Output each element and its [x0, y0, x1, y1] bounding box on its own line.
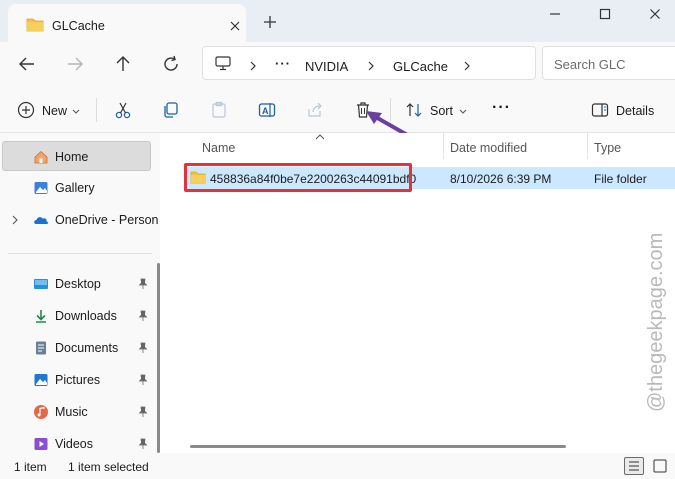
- toolbar-divider: [96, 98, 97, 122]
- chevron-right-icon[interactable]: [247, 60, 259, 72]
- list-view-icon: [629, 461, 639, 471]
- this-pc-icon[interactable]: [215, 56, 231, 71]
- search-placeholder: Search GLC: [554, 57, 626, 72]
- sidebar-item-label: Videos: [55, 437, 93, 451]
- up-icon[interactable]: [111, 52, 135, 76]
- refresh-icon[interactable]: [159, 52, 183, 76]
- sidebar-item-label: Downloads: [55, 309, 117, 323]
- onedrive-icon: [34, 217, 49, 224]
- sidebar-item-label: Desktop: [55, 277, 101, 291]
- pin-icon: [138, 278, 148, 289]
- chevron-down-icon[interactable]: [459, 109, 467, 114]
- cut-icon[interactable]: [113, 100, 133, 120]
- sort-ascending-icon: [315, 134, 325, 140]
- pin-icon: [138, 310, 148, 321]
- new-icon[interactable]: [16, 100, 36, 120]
- sidebar-item-documents[interactable]: Documents: [0, 333, 152, 363]
- sidebar-item-label: Documents: [55, 341, 119, 355]
- column-divider[interactable]: [443, 133, 444, 159]
- paste-icon[interactable]: [209, 100, 229, 120]
- copy-icon[interactable]: [161, 100, 181, 120]
- sidebar-item-label: Music: [55, 405, 88, 419]
- search-box[interactable]: Search GLC: [542, 46, 675, 80]
- highlight-annotation: [184, 163, 412, 192]
- rename-icon[interactable]: A: [257, 100, 277, 120]
- sidebar-item-label: Gallery: [55, 181, 95, 195]
- home-icon: [34, 150, 48, 164]
- videos-icon: [34, 438, 48, 450]
- minimize-icon[interactable]: [543, 4, 567, 24]
- watermark: @thegeekpage.com: [645, 232, 667, 412]
- share-icon[interactable]: [305, 100, 325, 120]
- documents-icon: [36, 341, 46, 355]
- title-bar: GLCache: [0, 0, 675, 42]
- close-window-icon[interactable]: [643, 4, 667, 24]
- tab-title: GLCache: [52, 19, 105, 33]
- breadcrumb-glcache[interactable]: GLCache: [393, 59, 448, 74]
- pictures-icon: [34, 374, 48, 386]
- horizontal-scrollbar[interactable]: [190, 445, 566, 448]
- sidebar-item-home[interactable]: Home: [2, 141, 151, 171]
- column-header-name[interactable]: Name: [202, 141, 235, 155]
- sidebar-item-label: Home: [55, 150, 89, 164]
- address-bar[interactable]: ··· NVIDIA GLCache: [202, 46, 536, 80]
- more-options-button[interactable]: ···: [492, 99, 511, 117]
- desktop-icon: [34, 279, 48, 289]
- pin-icon: [138, 438, 148, 449]
- back-icon[interactable]: [15, 52, 39, 76]
- file-type: File folder: [594, 172, 647, 186]
- forward-icon[interactable]: [63, 52, 87, 76]
- file-date-modified: 8/10/2026 6:39 PM: [450, 172, 552, 186]
- sidebar-item-music[interactable]: Music: [0, 397, 152, 427]
- pin-icon: [138, 374, 148, 385]
- status-bar: 1 item 1 item selected: [0, 453, 675, 479]
- tab-glcache[interactable]: GLCache: [8, 4, 246, 42]
- maximize-icon[interactable]: [593, 4, 617, 24]
- pin-icon: [138, 342, 148, 353]
- close-tab-icon[interactable]: [227, 18, 243, 34]
- sidebar-item-pictures[interactable]: Pictures: [0, 365, 152, 395]
- column-divider[interactable]: [587, 133, 588, 159]
- svg-text:A: A: [262, 106, 269, 116]
- gallery-icon: [34, 182, 48, 194]
- details-view-button[interactable]: [624, 457, 644, 475]
- new-tab-icon[interactable]: [261, 13, 279, 31]
- tiles-view-icon[interactable]: [652, 458, 668, 474]
- column-header-type[interactable]: Type: [594, 141, 621, 155]
- downloads-icon: [36, 310, 46, 323]
- sort-button[interactable]: Sort: [430, 104, 453, 118]
- navigation-pane: Home Gallery OneDrive - Person Desktop D…: [0, 133, 160, 453]
- folder-icon: [26, 18, 44, 32]
- details-button[interactable]: Details: [616, 104, 654, 118]
- file-list: Name Date modified Type 458836a84f0be7e2…: [160, 133, 675, 453]
- breadcrumb-nvidia[interactable]: NVIDIA: [305, 59, 348, 74]
- details-pane-icon[interactable]: [590, 100, 610, 120]
- sidebar-item-desktop[interactable]: Desktop: [0, 269, 152, 299]
- navigation-bar: ··· NVIDIA GLCache Search GLC: [0, 42, 675, 86]
- sidebar-item-onedrive[interactable]: OneDrive - Person: [0, 205, 159, 235]
- chevron-down-icon[interactable]: [72, 109, 80, 114]
- sidebar-item-label: Pictures: [55, 373, 101, 387]
- new-button[interactable]: New: [42, 104, 67, 118]
- command-bar: New A Sort ··· Details: [0, 86, 675, 133]
- column-header-date[interactable]: Date modified: [450, 141, 527, 155]
- sidebar-item-label: OneDrive - Person: [55, 213, 159, 227]
- breadcrumb-overflow[interactable]: ···: [275, 56, 291, 71]
- selection-count: 1 item selected: [68, 460, 149, 474]
- pin-icon: [138, 406, 148, 417]
- item-count: 1 item: [14, 460, 47, 474]
- music-icon: [34, 405, 48, 419]
- chevron-right-icon[interactable]: [461, 60, 473, 72]
- sidebar-item-gallery[interactable]: Gallery: [0, 173, 152, 203]
- sidebar-item-downloads[interactable]: Downloads: [0, 301, 152, 331]
- chevron-right-icon[interactable]: [11, 215, 19, 225]
- chevron-right-icon[interactable]: [365, 60, 377, 72]
- sidebar-divider: [8, 253, 152, 254]
